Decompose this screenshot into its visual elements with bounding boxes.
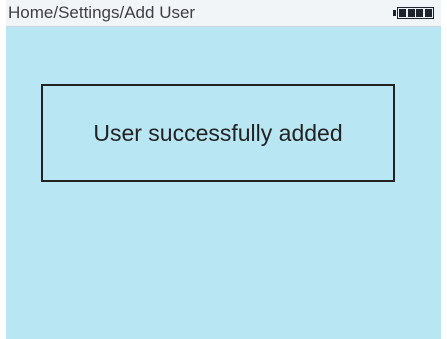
battery-cell xyxy=(424,9,432,17)
lcd-screen: Home/Settings/Add User User successfully… xyxy=(6,0,441,339)
success-message: User successfully added xyxy=(93,120,343,146)
battery-cell xyxy=(399,9,406,17)
status-bar: Home/Settings/Add User xyxy=(6,0,441,27)
breadcrumb: Home/Settings/Add User xyxy=(8,3,196,22)
battery-cell xyxy=(407,9,415,17)
battery-icon xyxy=(393,7,435,19)
battery-tip xyxy=(393,10,396,16)
success-dialog: User successfully added xyxy=(41,84,395,182)
battery-body xyxy=(397,7,434,19)
device-frame: Home/Settings/Add User User successfully… xyxy=(0,0,447,339)
battery-cell xyxy=(416,9,424,17)
